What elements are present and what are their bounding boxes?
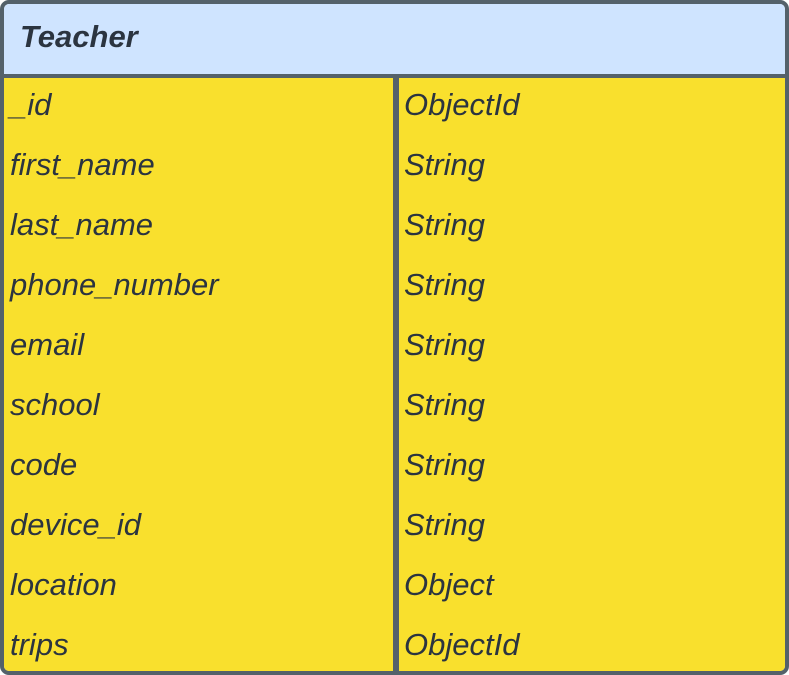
field-type: String (404, 327, 485, 362)
field-type: String (404, 447, 485, 482)
field-type: String (404, 387, 485, 422)
field-row: code String (4, 438, 785, 498)
teacher-entity-table: Teacher _id ObjectId first_name String l… (0, 0, 789, 675)
field-name: phone_number (10, 267, 219, 302)
field-row: school String (4, 378, 785, 438)
field-row: device_id String (4, 498, 785, 558)
field-name: trips (10, 627, 69, 662)
entity-body: _id ObjectId first_name String last_name… (4, 78, 785, 671)
entity-title: Teacher (20, 19, 138, 54)
field-row: email String (4, 318, 785, 378)
field-type: String (404, 147, 485, 182)
field-name: last_name (10, 207, 154, 242)
field-type: Object (404, 567, 494, 602)
field-name: first_name (10, 147, 155, 182)
field-name: code (10, 447, 78, 482)
field-row: last_name String (4, 198, 785, 258)
field-type: ObjectId (404, 627, 520, 662)
field-name: email (10, 327, 85, 362)
field-row: phone_number String (4, 258, 785, 318)
field-row: trips ObjectId (4, 618, 785, 671)
field-type: String (404, 207, 485, 242)
field-type: String (404, 267, 485, 302)
field-name: school (10, 387, 100, 422)
field-name: location (10, 567, 117, 602)
field-type: ObjectId (404, 87, 520, 122)
field-name: _id (10, 87, 52, 122)
field-row: first_name String (4, 138, 785, 198)
field-name: device_id (10, 507, 141, 542)
field-type: String (404, 507, 485, 542)
field-row: location Object (4, 558, 785, 618)
field-row: _id ObjectId (4, 78, 785, 138)
entity-header: Teacher (4, 4, 785, 78)
